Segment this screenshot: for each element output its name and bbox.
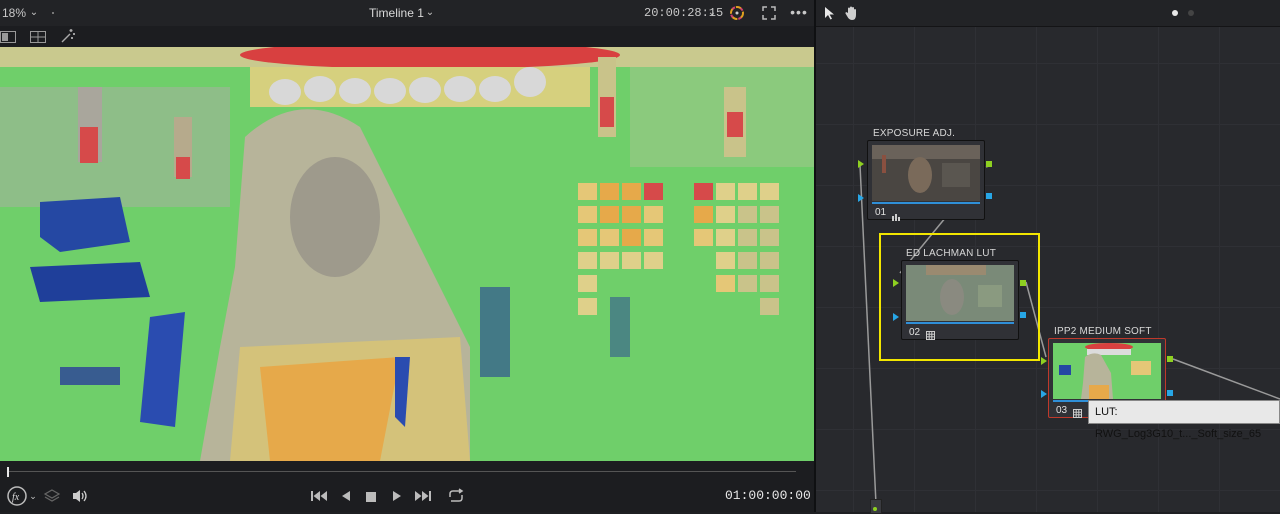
skip-start-icon[interactable] <box>310 489 328 503</box>
scrubber-track[interactable] <box>8 471 796 472</box>
stop-icon[interactable] <box>365 490 377 502</box>
timeline-title[interactable]: Timeline 1 <box>369 6 424 20</box>
pointer-icon[interactable] <box>824 6 836 20</box>
color-wheel-icon[interactable] <box>729 5 745 21</box>
node-output-port[interactable] <box>986 161 992 167</box>
node-thumbnail <box>1053 343 1161 399</box>
play-icon[interactable] <box>391 489 403 503</box>
node-thumbnail <box>872 145 980 201</box>
node-progress-bar <box>906 322 1014 324</box>
magic-wand-icon[interactable] <box>60 28 76 44</box>
viewer-toolbar <box>0 26 814 47</box>
layers-icon[interactable] <box>43 489 61 503</box>
node-output-port[interactable] <box>1167 356 1173 362</box>
playhead[interactable] <box>7 467 9 477</box>
viewer-header: 18% ⌄ Timeline 1 ⌄ 20:00:28:15 ⌄ ••• <box>0 0 814 27</box>
separator-dot <box>52 12 54 14</box>
svg-text:fx: fx <box>12 492 20 503</box>
node-thumbnail <box>906 265 1014 321</box>
node-label: IPP2 MEDIUM SOFT <box>1054 326 1152 337</box>
hand-icon[interactable] <box>844 5 860 21</box>
node-01[interactable]: 01 <box>867 140 985 221</box>
chevron-down-icon[interactable]: ⌄ <box>706 5 718 19</box>
fx-icon[interactable]: fx <box>6 485 28 507</box>
output-port[interactable] <box>873 507 877 511</box>
chevron-down-icon[interactable]: ⌄ <box>424 5 436 19</box>
zoom-level[interactable]: 18% <box>2 6 26 20</box>
node-key-output-port[interactable] <box>1020 312 1026 318</box>
node-label: EXPOSURE ADJ. <box>873 128 956 139</box>
node-number: 01 <box>875 207 887 218</box>
node-number: 03 <box>1056 405 1068 416</box>
page-dot-active[interactable] <box>1172 10 1178 16</box>
timecode-bottom: 01:00:00:00 <box>725 488 811 503</box>
node-key-input-port[interactable] <box>893 313 899 321</box>
more-icon[interactable]: ••• <box>790 3 808 21</box>
step-back-icon[interactable] <box>340 489 352 503</box>
transport-bar: fx ⌄ 01:00:00:00 <box>0 461 814 512</box>
lut-grid-icon <box>1073 405 1082 418</box>
loop-icon[interactable] <box>446 488 466 504</box>
curves-icon <box>892 208 900 221</box>
node-editor-header <box>816 0 1280 27</box>
single-view-icon[interactable] <box>0 30 16 43</box>
node-input-port[interactable] <box>893 279 899 287</box>
node-input-port[interactable] <box>858 160 864 168</box>
chevron-down-icon[interactable]: ⌄ <box>28 489 38 503</box>
node-input-port[interactable] <box>1041 357 1047 365</box>
viewer-image[interactable] <box>0 47 814 461</box>
page-dot[interactable] <box>1188 10 1194 16</box>
node-key-output-port[interactable] <box>986 193 992 199</box>
skip-end-icon[interactable] <box>414 489 432 503</box>
lut-grid-icon <box>926 327 935 340</box>
node-number: 02 <box>909 327 921 338</box>
node-key-input-port[interactable] <box>1041 390 1047 398</box>
node-progress-bar <box>872 202 980 204</box>
chevron-down-icon[interactable]: ⌄ <box>28 5 40 19</box>
node-key-output-port[interactable] <box>1167 390 1173 396</box>
lut-tooltip: LUT: RWG_Log3G10_t..._Soft_size_65 <box>1088 400 1280 440</box>
node-key-input-port[interactable] <box>858 194 864 202</box>
fullscreen-icon[interactable] <box>762 6 776 20</box>
speaker-icon[interactable] <box>71 488 89 504</box>
split-view-icon[interactable] <box>30 30 46 43</box>
node-label: ED LACHMAN LUT <box>906 248 997 259</box>
node-02[interactable]: 02 <box>901 260 1019 340</box>
node-output-port[interactable] <box>1020 280 1026 286</box>
